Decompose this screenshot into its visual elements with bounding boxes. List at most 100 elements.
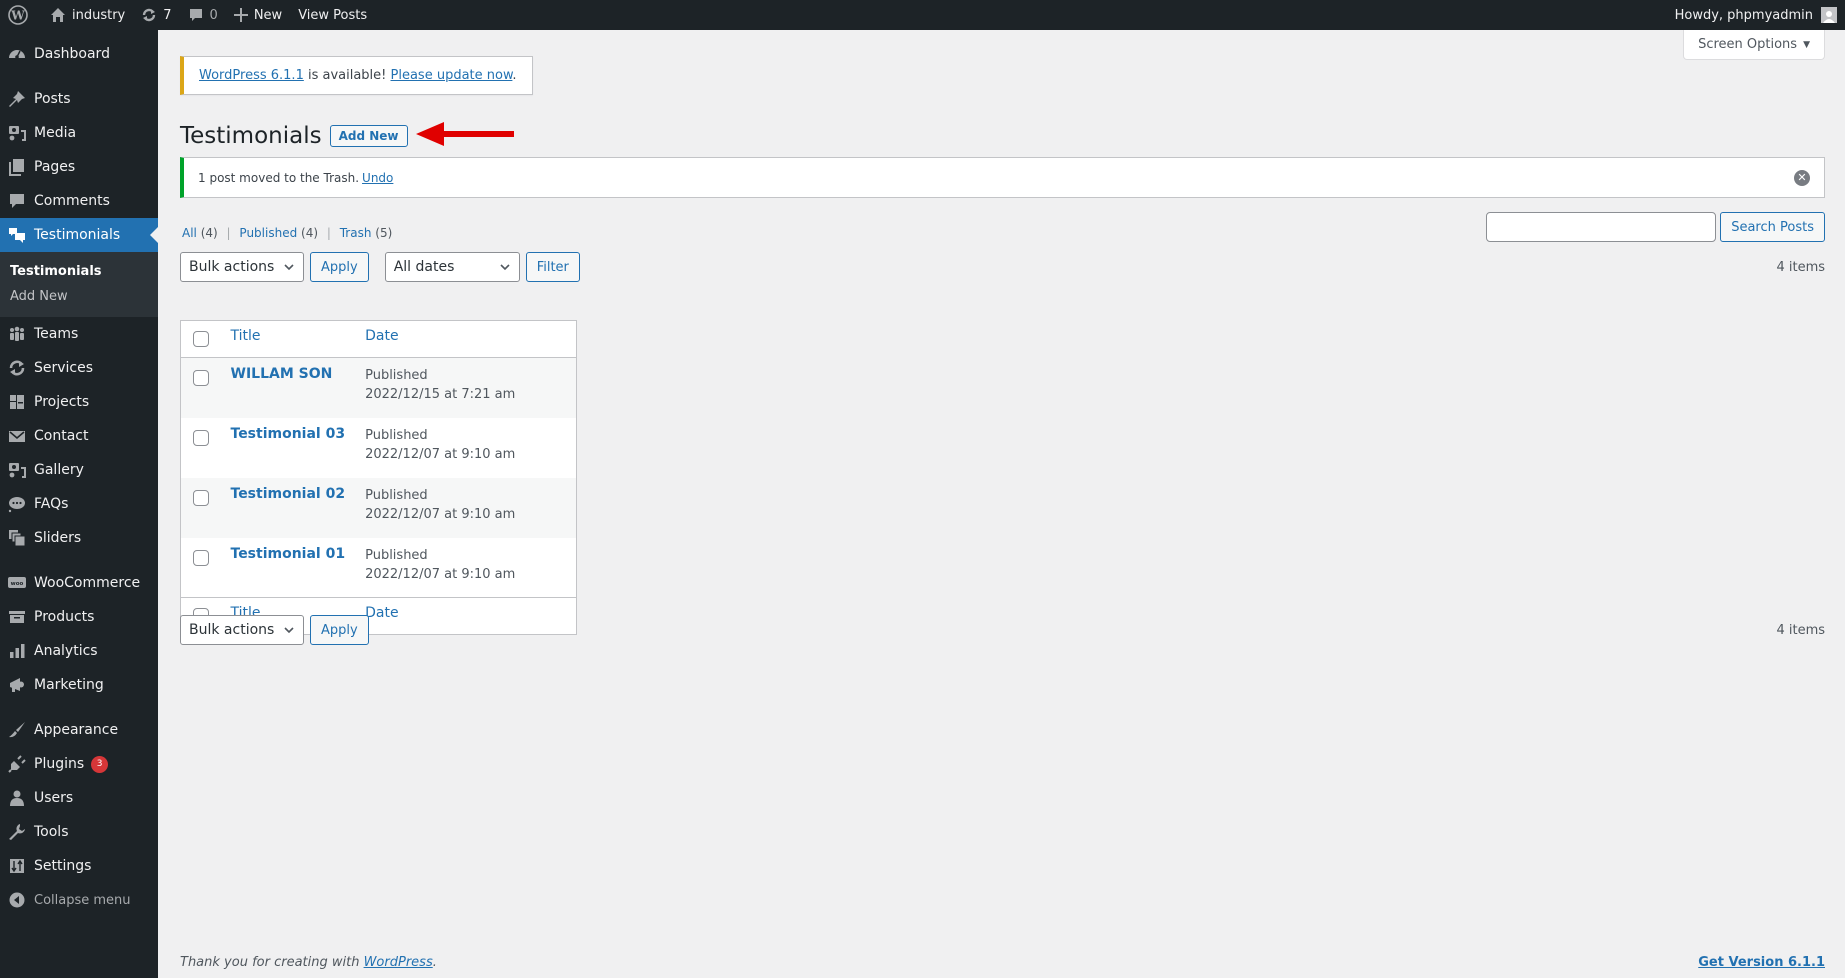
row-status: Published bbox=[365, 547, 428, 563]
row-status: Published bbox=[365, 487, 428, 503]
filter-button[interactable]: Filter bbox=[525, 252, 580, 282]
sidebar-item-products[interactable]: Products bbox=[0, 600, 158, 634]
sidebar-item-faqs[interactable]: FAQs bbox=[0, 487, 158, 521]
filter-all-link[interactable]: All bbox=[182, 226, 197, 240]
update-nag-text: is available! bbox=[303, 68, 391, 83]
apply-button[interactable]: Apply bbox=[310, 252, 369, 282]
footer-period: . bbox=[432, 955, 437, 970]
sidebar-item-gallery[interactable]: Gallery bbox=[0, 453, 158, 487]
table-row: Testimonial 02 Published 2022/12/07 at 9:… bbox=[180, 477, 577, 538]
submenu-item-testimonials[interactable]: Testimonials bbox=[0, 259, 158, 284]
bulk-actions-value: Bulk actions bbox=[189, 622, 275, 638]
media-icon bbox=[8, 461, 26, 479]
updates-link[interactable]: 7 bbox=[133, 0, 179, 30]
wp-logo-menu[interactable]: W bbox=[0, 0, 42, 30]
row-title-link[interactable]: WILLAM SON bbox=[231, 366, 333, 382]
search-input[interactable] bbox=[1486, 212, 1717, 242]
row-title-link[interactable]: Testimonial 02 bbox=[231, 486, 346, 502]
sidebar-item-services[interactable]: Services bbox=[0, 351, 158, 385]
home-icon bbox=[50, 7, 66, 23]
sidebar-item-comments[interactable]: Comments bbox=[0, 184, 158, 218]
admin-sidebar: Dashboard Posts Media Pages Comments Tes… bbox=[0, 30, 158, 978]
plugin-icon bbox=[8, 755, 26, 773]
sidebar-item-dashboard[interactable]: Dashboard bbox=[0, 37, 158, 71]
footer-thankyou: Thank you for creating with WordPress. bbox=[180, 955, 437, 970]
sidebar-item-analytics[interactable]: Analytics bbox=[0, 634, 158, 668]
row-checkbox[interactable] bbox=[193, 370, 209, 386]
wrench-icon bbox=[8, 823, 26, 841]
sidebar-item-label: Comments bbox=[34, 193, 110, 209]
submenu-item-add-new[interactable]: Add New bbox=[0, 284, 158, 309]
my-account-menu[interactable]: Howdy, phpmyadmin bbox=[1667, 0, 1845, 30]
sidebar-item-contact[interactable]: Contact bbox=[0, 419, 158, 453]
screen-options-button[interactable]: Screen Options ▼ bbox=[1683, 30, 1825, 60]
row-checkbox[interactable] bbox=[193, 489, 209, 506]
sidebar-item-settings[interactable]: Settings bbox=[0, 849, 158, 883]
undo-link[interactable]: Undo bbox=[362, 171, 393, 185]
sidebar-item-plugins[interactable]: Plugins 3 bbox=[0, 747, 158, 781]
update-now-link[interactable]: Please update now bbox=[391, 68, 513, 83]
new-content-link[interactable]: New bbox=[226, 0, 290, 30]
sidebar-item-label: Appearance bbox=[34, 722, 119, 738]
sidebar-item-media[interactable]: Media bbox=[0, 116, 158, 150]
chevron-down-icon bbox=[499, 261, 511, 277]
comments-link[interactable]: 0 bbox=[180, 0, 226, 30]
table-row: WILLAM SON Published 2022/12/15 at 7:21 a… bbox=[180, 357, 577, 418]
sidebar-item-pages[interactable]: Pages bbox=[0, 150, 158, 184]
filter-published-label: Published bbox=[239, 226, 298, 240]
collapse-menu-button[interactable]: Collapse menu bbox=[0, 883, 158, 917]
table-row: Testimonial 03 Published 2022/12/07 at 9:… bbox=[181, 418, 577, 478]
row-title-link[interactable]: Testimonial 03 bbox=[231, 426, 346, 442]
get-version-link[interactable]: Get Version 6.1.1 bbox=[1698, 955, 1825, 970]
sidebar-item-label: Teams bbox=[34, 326, 79, 342]
page-header: Testimonials Add New bbox=[180, 119, 516, 153]
select-all-checkbox[interactable] bbox=[193, 331, 209, 347]
search-posts-button[interactable]: Search Posts bbox=[1720, 212, 1825, 242]
notice-message: 1 post moved to the Trash. bbox=[198, 170, 360, 185]
add-new-button[interactable]: Add New bbox=[329, 125, 408, 147]
sidebar-item-label: Media bbox=[34, 125, 77, 141]
format-chat-icon bbox=[8, 495, 26, 513]
posts-table: Title Date WILLAM SON Published 2022/12/1… bbox=[180, 320, 577, 635]
pages-icon bbox=[8, 158, 26, 176]
sidebar-item-posts[interactable]: Posts bbox=[0, 82, 158, 116]
row-checkbox[interactable] bbox=[193, 429, 209, 446]
sidebar-item-teams[interactable]: Teams bbox=[0, 317, 158, 351]
sidebar-item-tools[interactable]: Tools bbox=[0, 815, 158, 849]
avatar bbox=[1821, 7, 1837, 23]
date-filter-select[interactable]: All dates bbox=[384, 252, 520, 282]
view-posts-link[interactable]: View Posts bbox=[290, 0, 375, 30]
title-sort-link[interactable]: Title bbox=[231, 328, 261, 344]
wordpress-link[interactable]: WordPress bbox=[364, 955, 433, 970]
sidebar-item-appearance[interactable]: Appearance bbox=[0, 713, 158, 747]
row-title-cell: Testimonial 03 bbox=[221, 418, 356, 478]
site-name-link[interactable]: industry bbox=[42, 0, 133, 30]
sidebar-item-woocommerce[interactable]: woo WooCommerce bbox=[0, 566, 158, 600]
date-sort-link[interactable]: Date bbox=[365, 328, 398, 344]
dismiss-notice-icon[interactable]: ✕ bbox=[1794, 169, 1810, 186]
testimonials-submenu: Testimonials Add New bbox=[0, 252, 158, 317]
sidebar-item-projects[interactable]: Projects bbox=[0, 385, 158, 419]
sidebar-item-users[interactable]: Users bbox=[0, 781, 158, 815]
wordpress-version-link[interactable]: WordPress 6.1.1 bbox=[199, 68, 304, 83]
row-date: 2022/12/15 at 7:21 am bbox=[365, 387, 516, 402]
items-count: 4 items bbox=[1776, 259, 1825, 275]
items-count-bottom: 4 items bbox=[1776, 622, 1825, 638]
page-title: Testimonials bbox=[180, 123, 322, 149]
filter-trash-link[interactable]: Trash bbox=[340, 226, 372, 240]
filter-published-link[interactable]: Published bbox=[239, 226, 297, 240]
row-checkbox-cell bbox=[181, 358, 221, 418]
sidebar-item-label: Posts bbox=[34, 91, 71, 107]
caret-down-icon: ▼ bbox=[1803, 39, 1810, 50]
sidebar-item-sliders[interactable]: Sliders bbox=[0, 521, 158, 555]
dashboard-icon bbox=[8, 45, 26, 63]
row-title-link[interactable]: Testimonial 01 bbox=[231, 546, 346, 562]
filter-all-label: All bbox=[182, 226, 197, 240]
row-checkbox[interactable] bbox=[193, 549, 209, 566]
sidebar-item-marketing[interactable]: Marketing bbox=[0, 668, 158, 702]
bulk-actions-select[interactable]: Bulk actions bbox=[180, 252, 304, 282]
sidebar-item-testimonials[interactable]: Testimonials bbox=[0, 218, 158, 252]
apply-button-bottom[interactable]: Apply bbox=[310, 615, 369, 645]
bulk-actions-select-bottom[interactable]: Bulk actions bbox=[180, 615, 304, 645]
separator: | bbox=[226, 226, 231, 240]
